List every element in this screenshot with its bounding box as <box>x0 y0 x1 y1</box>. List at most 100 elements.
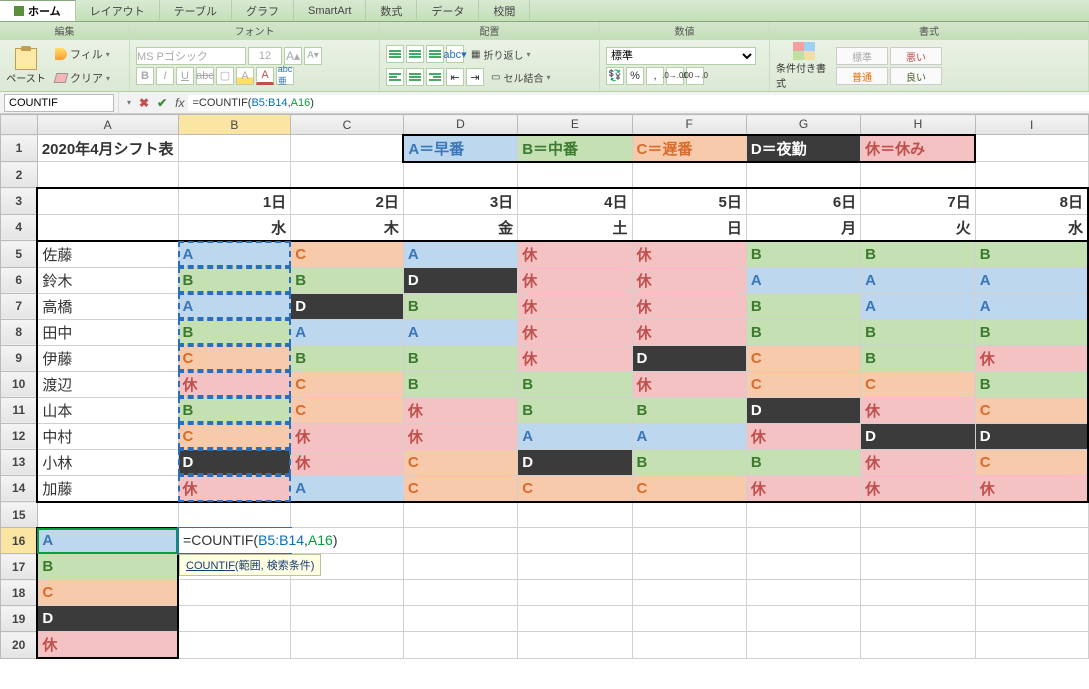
cell[interactable] <box>403 502 517 528</box>
shift-cell[interactable]: B <box>403 293 517 319</box>
font-name-input[interactable] <box>136 47 246 65</box>
indent-dec-button[interactable]: ⇤ <box>446 68 464 86</box>
shift-cell[interactable]: 休 <box>632 371 746 397</box>
style-bad[interactable]: 悪い <box>890 47 942 65</box>
cell[interactable] <box>746 606 860 632</box>
shift-cell[interactable]: A <box>403 319 517 345</box>
row-header[interactable]: 13 <box>1 449 38 475</box>
cell[interactable] <box>746 162 860 188</box>
date-cell[interactable]: 3日 <box>403 188 517 215</box>
col-header[interactable]: C <box>291 115 404 135</box>
cell[interactable] <box>37 214 178 241</box>
shift-cell[interactable]: B <box>403 371 517 397</box>
cell[interactable] <box>291 528 404 554</box>
summary-key[interactable]: D <box>37 606 178 632</box>
shift-cell[interactable]: 休 <box>291 423 404 449</box>
ribbon-tab-1[interactable]: レイアウト <box>76 0 160 21</box>
shift-cell[interactable]: D <box>746 397 860 423</box>
shift-cell[interactable]: C <box>632 475 746 502</box>
shift-cell[interactable]: B <box>746 319 860 345</box>
cell[interactable] <box>291 580 404 606</box>
cell[interactable] <box>861 580 976 606</box>
font-size-input[interactable] <box>248 47 282 65</box>
shift-cell[interactable]: D <box>518 449 632 475</box>
cell[interactable] <box>291 162 404 188</box>
day-cell[interactable]: 土 <box>518 214 632 241</box>
day-cell[interactable]: 金 <box>403 214 517 241</box>
cell[interactable] <box>632 502 746 528</box>
col-header[interactable]: G <box>746 115 860 135</box>
legend-D[interactable]: A＝早番 <box>403 135 517 162</box>
cell[interactable] <box>975 606 1088 632</box>
cell[interactable] <box>746 502 860 528</box>
shift-cell[interactable]: B <box>975 241 1088 268</box>
shift-cell[interactable]: B <box>518 371 632 397</box>
legend-F[interactable]: C＝遅番 <box>632 135 746 162</box>
summary-key[interactable]: B <box>37 554 178 580</box>
shift-cell[interactable]: 休 <box>746 475 860 502</box>
shift-cell[interactable]: A <box>291 475 404 502</box>
shift-cell[interactable]: C <box>291 371 404 397</box>
cell[interactable] <box>178 162 291 188</box>
shift-cell[interactable]: B <box>403 345 517 371</box>
align-mid-button[interactable] <box>406 45 424 63</box>
day-cell[interactable]: 月 <box>746 214 860 241</box>
date-cell[interactable]: 5日 <box>632 188 746 215</box>
day-cell[interactable]: 水 <box>178 214 291 241</box>
employee-name[interactable]: 高橋 <box>37 293 178 319</box>
shift-cell[interactable]: B <box>178 319 291 345</box>
shift-cell[interactable]: B <box>975 371 1088 397</box>
shift-cell[interactable]: D <box>975 423 1088 449</box>
col-header[interactable]: H <box>861 115 976 135</box>
row-header[interactable]: 17 <box>1 554 38 580</box>
indent-inc-button[interactable]: ⇥ <box>466 68 484 86</box>
date-cell[interactable]: 8日 <box>975 188 1088 215</box>
row-header[interactable]: 1 <box>1 135 38 162</box>
cancel-icon[interactable]: ✖ <box>135 96 153 110</box>
row-header[interactable]: 3 <box>1 188 38 215</box>
shift-cell[interactable]: D <box>178 449 291 475</box>
cell[interactable] <box>37 188 178 215</box>
date-cell[interactable]: 7日 <box>861 188 976 215</box>
cell[interactable] <box>975 554 1088 580</box>
shift-cell[interactable]: A <box>861 293 976 319</box>
shift-cell[interactable]: A <box>632 423 746 449</box>
cell[interactable] <box>403 580 517 606</box>
shift-cell[interactable]: C <box>975 449 1088 475</box>
shift-cell[interactable]: B <box>861 345 976 371</box>
fx-icon[interactable]: fx <box>171 96 188 110</box>
shift-cell[interactable]: 休 <box>518 267 632 293</box>
shift-cell[interactable]: 休 <box>632 293 746 319</box>
cell[interactable] <box>518 632 632 659</box>
legend-H[interactable]: 休＝休み <box>861 135 976 162</box>
cell[interactable] <box>291 135 404 162</box>
confirm-icon[interactable]: ✔ <box>153 96 171 110</box>
shift-cell[interactable]: 休 <box>632 241 746 268</box>
shift-cell[interactable]: 休 <box>861 475 976 502</box>
cell[interactable] <box>37 502 178 528</box>
cell[interactable] <box>403 554 517 580</box>
cell[interactable] <box>975 580 1088 606</box>
dec-decimal-button[interactable]: .00→.0 <box>686 67 704 85</box>
ribbon-tab-3[interactable]: グラフ <box>232 0 294 21</box>
cell[interactable] <box>518 502 632 528</box>
row-header[interactable]: 10 <box>1 371 38 397</box>
shift-cell[interactable]: C <box>291 241 404 268</box>
row-header[interactable]: 18 <box>1 580 38 606</box>
cell[interactable] <box>403 632 517 659</box>
align-left-button[interactable] <box>386 68 404 86</box>
cell[interactable] <box>746 554 860 580</box>
shift-cell[interactable]: A <box>518 423 632 449</box>
ribbon-tab-4[interactable]: SmartArt <box>294 0 366 21</box>
shift-cell[interactable]: B <box>746 293 860 319</box>
col-header[interactable]: A <box>37 115 178 135</box>
shift-cell[interactable]: 休 <box>632 319 746 345</box>
row-header[interactable]: 12 <box>1 423 38 449</box>
shift-cell[interactable]: C <box>746 371 860 397</box>
percent-button[interactable]: % <box>626 67 644 85</box>
cell[interactable] <box>975 162 1088 188</box>
col-header[interactable]: D <box>403 115 517 135</box>
shift-cell[interactable]: D <box>403 267 517 293</box>
shift-cell[interactable]: C <box>291 397 404 423</box>
editing-cell[interactable]: =COUNTIF(B5:B14,A16)COUNTIF(範囲, 検索条件) <box>178 528 291 554</box>
